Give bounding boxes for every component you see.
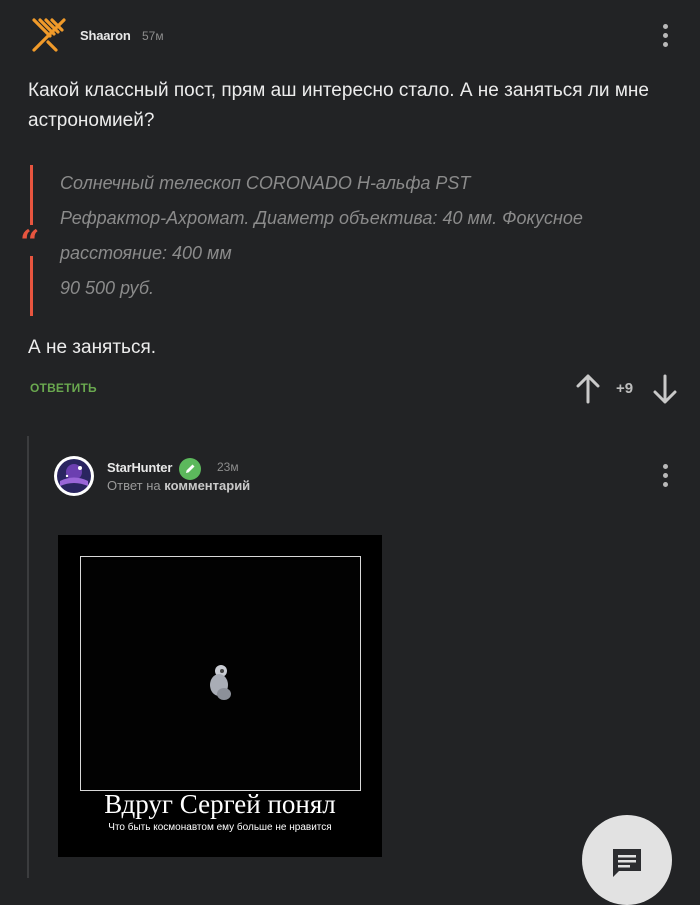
downvote-icon[interactable] — [652, 374, 678, 404]
comment-text-2: А не заняться. — [28, 337, 157, 358]
username[interactable]: StarHunter — [107, 460, 172, 475]
more-options-icon[interactable] — [662, 464, 668, 487]
username[interactable]: Shaaron — [80, 28, 131, 43]
avatar[interactable] — [30, 16, 68, 54]
post-image[interactable]: Вдруг Сергей понял Что быть космонавтом … — [58, 535, 382, 857]
comment-1: Shaaron 57м Какой классный пост, прям аш… — [0, 0, 700, 420]
quote-bar-top — [30, 165, 33, 225]
image-caption-subtitle: Что быть космонавтом ему больше не нрави… — [108, 822, 332, 833]
comment-icon — [613, 849, 641, 877]
quote-line: 90 500 руб. — [60, 278, 154, 298]
reply-to-prefix: Ответ на — [107, 478, 161, 493]
edit-badge-icon — [179, 458, 201, 480]
quote-line: Солнечный телескоп CORONADO H-альфа PST — [60, 173, 471, 193]
comment-text: Какой классный пост, прям аш интересно с… — [28, 80, 649, 131]
image-caption-title: Вдруг Сергей понял — [104, 789, 336, 819]
reply-button[interactable]: ОТВЕТИТЬ — [30, 381, 97, 395]
quote-line: расстояние: 400 мм — [60, 243, 232, 263]
rating: +9 — [616, 380, 634, 397]
quote-block: Солнечный телескоп CORONADO H-альфа PST … — [60, 166, 670, 306]
avatar[interactable] — [54, 456, 94, 496]
astronaut-figure — [207, 661, 233, 705]
quote-icon: “ — [20, 223, 40, 263]
orange-hatched-logo-icon — [32, 18, 66, 52]
upvote-icon[interactable] — [575, 374, 601, 404]
reply-to-link[interactable]: комментарий — [164, 478, 250, 493]
comment-fab-button[interactable] — [582, 815, 672, 905]
thread-line[interactable] — [27, 436, 29, 878]
comment-time: 57м — [142, 29, 164, 43]
more-options-icon[interactable] — [662, 24, 668, 47]
quote-bar-bottom — [30, 256, 33, 316]
comment-2: StarHunter 23м Ответ на комментарий Вдру… — [40, 440, 700, 878]
comment-time: 23м — [217, 460, 239, 474]
reply-to: Ответ на комментарий — [107, 478, 250, 493]
quote-line: Рефрактор-Ахромат. Диаметр объектива: 40… — [60, 208, 583, 228]
